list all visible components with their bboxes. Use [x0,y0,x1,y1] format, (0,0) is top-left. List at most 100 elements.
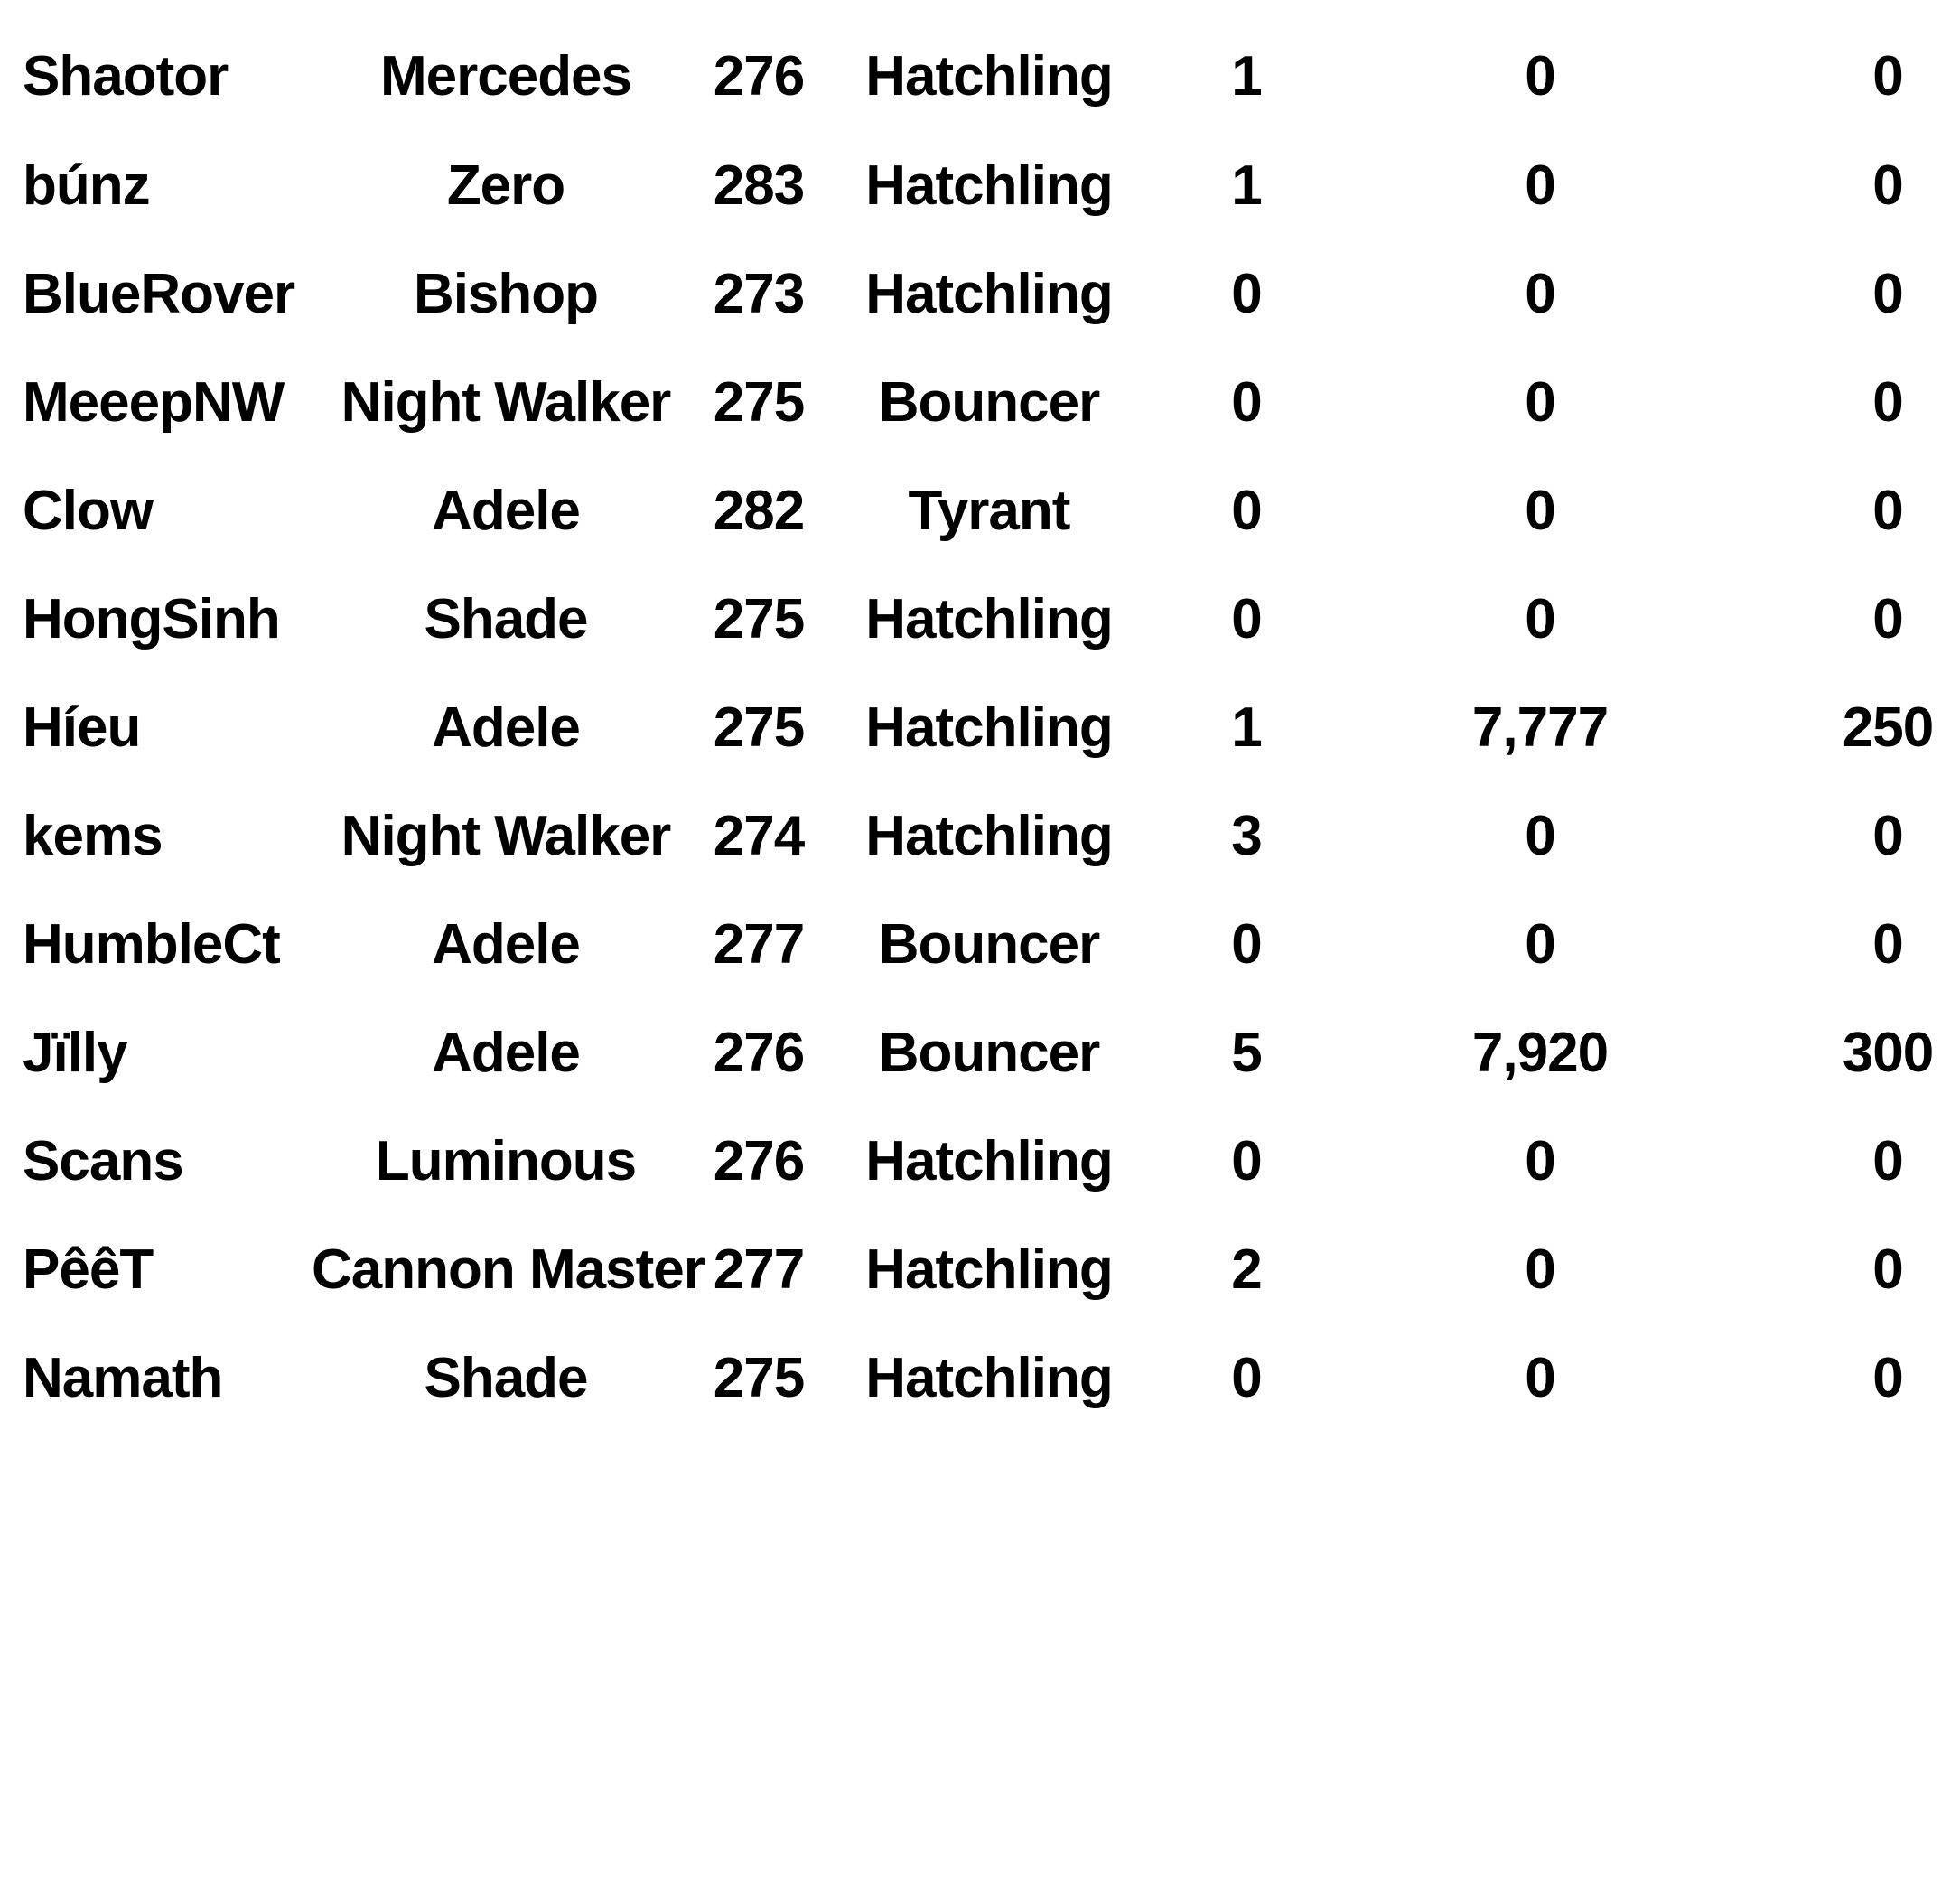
member-col-b: 7,777 [1471,696,1609,759]
member-class: Shade [424,588,588,650]
member-col-a: 2 [1231,1239,1262,1301]
member-tier: Hatchling [865,1130,1113,1192]
member-tier: Hatchling [865,45,1113,108]
member-col-a: 5 [1231,1022,1262,1084]
member-class: Shade [424,1347,588,1409]
member-col-b: 0 [1525,588,1555,650]
member-tier: Hatchling [865,696,1113,759]
member-tier: Hatchling [865,263,1113,325]
table-row: kems Night Walker 274 Hatchling 3 0 0 [0,782,1960,891]
table-row: HumbleCt Adele 277 Bouncer 0 0 0 [0,891,1960,999]
table-row: Scans Luminous 276 Hatchling 0 0 0 [0,1108,1960,1216]
member-tier: Bouncer [878,913,1100,976]
member-level: 276 [713,1130,805,1192]
table-row: Namath Shade 275 Hatchling 0 0 0 [0,1324,1960,1433]
member-col-c: 0 [1872,154,1903,217]
member-col-b: 0 [1525,1239,1555,1301]
member-class: Zero [446,154,565,217]
member-level: 274 [713,805,805,867]
table-row: HongSinh Shade 275 Hatchling 0 0 0 [0,566,1960,674]
member-class: Luminous [375,1130,637,1192]
member-class: Night Walker [341,805,672,867]
member-tier: Bouncer [878,371,1100,434]
member-col-c: 0 [1872,588,1903,650]
table-row: MeeepNW Night Walker 275 Bouncer 0 0 0 [0,349,1960,457]
member-col-b: 0 [1525,1347,1555,1409]
member-tier: Bouncer [878,1022,1100,1084]
member-name: BlueRover [23,263,295,325]
table-row: Jïlly Adele 276 Bouncer 5 7,920 300 [0,999,1960,1108]
member-name: Jïlly [23,1022,128,1084]
member-level: 275 [713,1347,805,1409]
member-col-c: 0 [1872,1239,1903,1301]
member-col-c: 0 [1872,805,1903,867]
member-col-b: 7,920 [1471,1022,1609,1084]
member-col-b: 0 [1525,913,1555,976]
member-tier: Hatchling [865,1347,1113,1409]
member-col-b: 0 [1525,154,1555,217]
member-level: 275 [713,371,805,434]
member-col-a: 0 [1231,480,1262,542]
member-col-c: 0 [1872,1130,1903,1192]
member-name: Scans [23,1130,184,1192]
member-name: Shaotor [23,45,229,108]
member-class: Adele [432,1022,581,1084]
table-row: PêêT Cannon Master 277 Hatchling 2 0 0 [0,1216,1960,1324]
member-col-a: 0 [1231,588,1262,650]
member-tier: Hatchling [865,805,1113,867]
member-col-a: 0 [1231,1347,1262,1409]
member-col-b: 0 [1525,1130,1555,1192]
member-col-c: 0 [1872,480,1903,542]
member-level: 273 [713,263,805,325]
member-level: 276 [713,45,805,108]
member-name: Híeu [23,696,141,759]
member-col-a: 0 [1231,371,1262,434]
member-level: 283 [713,154,805,217]
member-col-a: 3 [1231,805,1262,867]
member-level: 275 [713,696,805,759]
member-class: Bishop [413,263,599,325]
member-col-a: 0 [1231,263,1262,325]
member-col-c: 0 [1872,45,1903,108]
member-level: 282 [713,480,805,542]
member-col-c: 300 [1842,1022,1934,1084]
table-row: Híeu Adele 275 Hatchling 1 7,777 250 [0,674,1960,782]
member-col-a: 1 [1231,45,1262,108]
member-name: HumbleCt [23,913,281,976]
member-col-a: 1 [1231,154,1262,217]
table-row: Shaotor Mercedes 276 Hatchling 1 0 0 [0,23,1960,131]
member-level: 277 [713,1239,805,1301]
member-col-a: 0 [1231,1130,1262,1192]
member-tier: Hatchling [865,154,1113,217]
member-col-b: 0 [1525,480,1555,542]
guild-member-table: Shaotor Mercedes 276 Hatchling 1 0 0 bún… [0,0,1960,1879]
member-col-b: 0 [1525,371,1555,434]
member-class: Adele [432,696,581,759]
table-row: BlueRover Bishop 273 Hatchling 0 0 0 [0,240,1960,349]
member-level: 276 [713,1022,805,1084]
member-class: Mercedes [379,45,632,108]
member-name: kems [23,805,163,867]
member-col-c: 0 [1872,913,1903,976]
member-col-c: 0 [1872,371,1903,434]
member-col-b: 0 [1525,45,1555,108]
table-row: Clow Adele 282 Tyrant 0 0 0 [0,457,1960,566]
member-level: 275 [713,588,805,650]
member-col-a: 1 [1231,696,1262,759]
member-name: MeeepNW [23,371,285,434]
member-name: HongSinh [23,588,281,650]
member-level: 277 [713,913,805,976]
member-name: Clow [23,480,154,542]
member-class: Night Walker [341,371,672,434]
member-class: Adele [432,480,581,542]
member-class: Cannon Master [312,1239,705,1301]
member-col-c: 250 [1842,696,1934,759]
table-row: búnz Zero 283 Hatchling 1 0 0 [0,132,1960,240]
member-tier: Tyrant [908,480,1071,542]
member-col-c: 0 [1872,1347,1903,1409]
member-col-a: 0 [1231,913,1262,976]
member-col-b: 0 [1525,263,1555,325]
member-class: Adele [432,913,581,976]
member-col-b: 0 [1525,805,1555,867]
member-col-c: 0 [1872,263,1903,325]
